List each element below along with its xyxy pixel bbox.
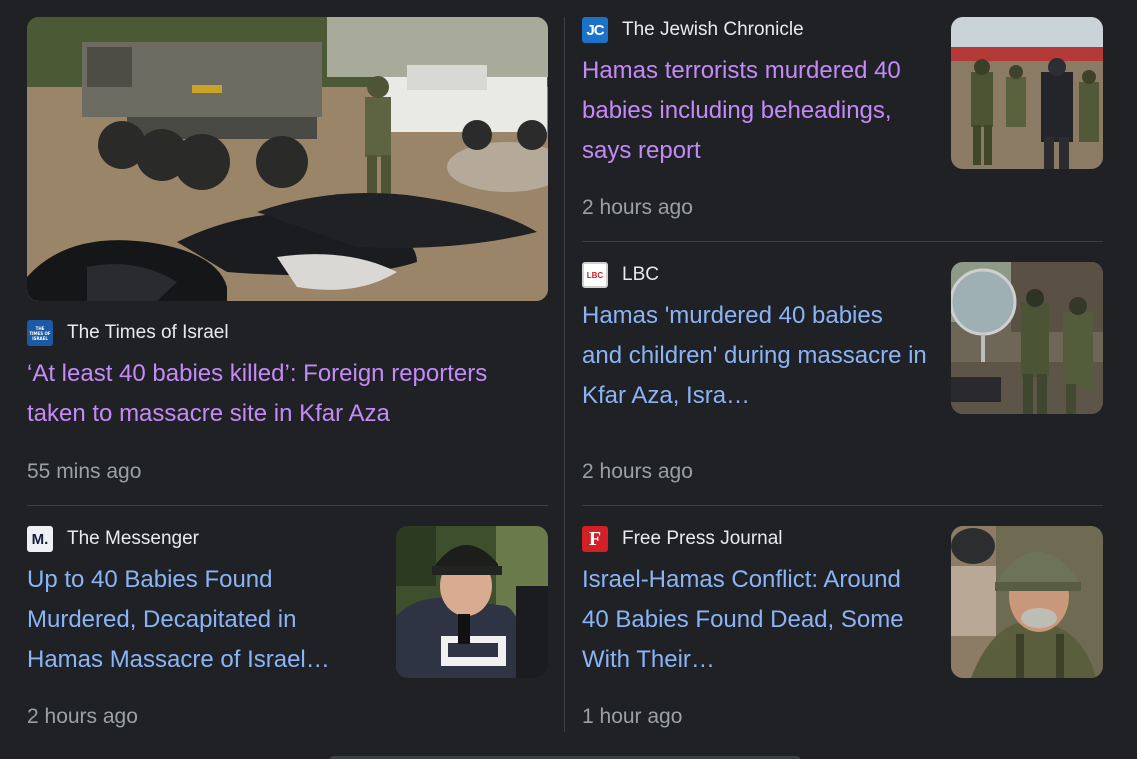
news-results-panel: THE TIMES OF ISRAEL The Times of Israel … [0, 0, 1137, 759]
story-card-times-of-israel: THE TIMES OF ISRAEL The Times of Israel … [27, 320, 548, 434]
story-card-free-press-journal: F Free Press Journal Israel-Hamas Confli… [582, 526, 927, 680]
soldiers-at-site-photo [951, 17, 1103, 169]
story-image-free-press-journal[interactable] [951, 526, 1103, 678]
story-card-jewish-chronicle: JC The Jewish Chronicle Hamas terrorists… [582, 17, 927, 171]
headline-link[interactable]: Hamas 'murdered 40 babies and children' … [582, 296, 927, 416]
lbc-logo-icon: LBC [582, 262, 608, 288]
timestamp: 1 hour ago [582, 705, 683, 728]
soldiers-with-mirror-photo [951, 262, 1103, 414]
source-name: The Jewish Chronicle [622, 19, 804, 40]
reporter-in-helmet-photo [396, 526, 548, 678]
source-name: Free Press Journal [622, 528, 783, 549]
jewish-chronicle-logo-icon: JC [582, 17, 608, 43]
source-name: The Messenger [67, 528, 200, 549]
timestamp: 2 hours ago [582, 196, 693, 219]
timestamp: 55 mins ago [27, 460, 142, 483]
row-divider [582, 505, 1103, 506]
headline-link[interactable]: Israel-Hamas Conflict: Around 40 Babies … [582, 560, 927, 680]
messenger-logo-icon: M. [27, 526, 53, 552]
story-image-times-of-israel[interactable] [27, 17, 548, 301]
story-image-jewish-chronicle[interactable] [951, 17, 1103, 169]
row-divider [582, 241, 1103, 242]
headline-link[interactable]: Hamas terrorists murdered 40 babies incl… [582, 51, 927, 171]
soldier-in-helmet-photo [951, 526, 1103, 678]
story-image-messenger[interactable] [396, 526, 548, 678]
military-truck-photo [27, 17, 548, 301]
story-card-lbc: LBC LBC Hamas 'murdered 40 babies and ch… [582, 262, 927, 416]
times-of-israel-logo-icon: THE TIMES OF ISRAEL [27, 320, 53, 346]
column-divider [564, 17, 565, 732]
story-image-lbc[interactable] [951, 262, 1103, 414]
headline-link[interactable]: ‘At least 40 babies killed’: Foreign rep… [27, 354, 548, 434]
story-card-messenger: M. The Messenger Up to 40 Babies Found M… [27, 526, 372, 680]
timestamp: 2 hours ago [27, 705, 138, 728]
timestamp: 2 hours ago [582, 460, 693, 483]
row-divider [27, 505, 548, 506]
source-name: The Times of Israel [67, 322, 229, 343]
free-press-journal-logo-icon: F [582, 526, 608, 552]
headline-link[interactable]: Up to 40 Babies Found Murdered, Decapita… [27, 560, 372, 680]
source-name: LBC [622, 264, 659, 285]
